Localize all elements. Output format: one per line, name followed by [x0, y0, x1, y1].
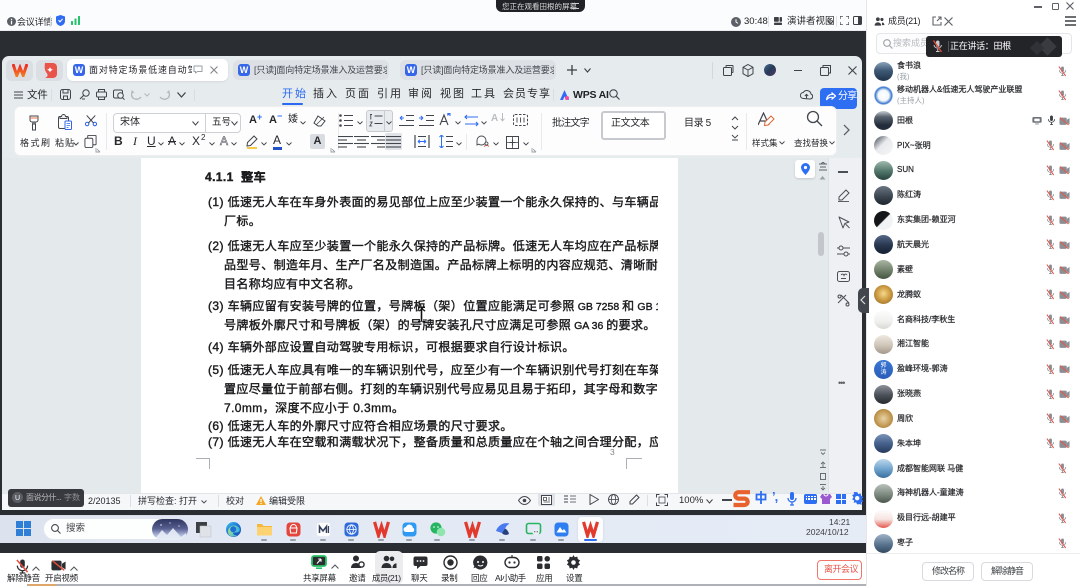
svg-text:U: U	[15, 495, 20, 502]
